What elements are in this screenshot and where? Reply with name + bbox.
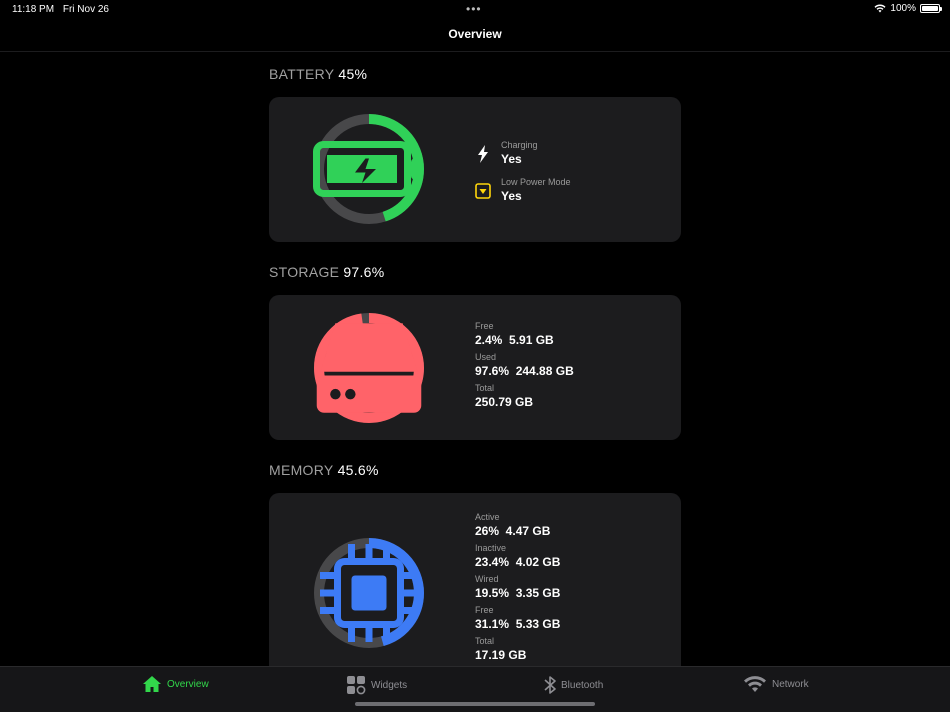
battery-section-title: BATTERY 45%	[269, 66, 367, 82]
battery-ring	[313, 113, 425, 225]
low-power-mode-icon	[475, 182, 491, 199]
tab-bluetooth-label: Bluetooth	[561, 679, 604, 691]
battery-card[interactable]: Charging Yes Low Power Mode Yes	[269, 97, 681, 242]
status-bar: 11:18 PM Fri Nov 26 ••• 100%	[0, 0, 950, 18]
tab-network[interactable]: Network	[743, 675, 809, 693]
charging-label: Charging	[501, 140, 538, 150]
storage-total-value: 250.79 GB	[475, 395, 534, 409]
memory-free-label: Free	[475, 605, 494, 615]
tab-network-label: Network	[772, 678, 809, 690]
battery-status-icon	[920, 4, 942, 13]
storage-used-value: 97.6% 244.88 GB	[475, 364, 574, 378]
clock-date: Fri Nov 26	[62, 4, 109, 15]
storage-free-label: Free	[475, 321, 494, 331]
storage-percentage: 97.6%	[343, 264, 385, 280]
memory-inactive-value: 23.4% 4.02 GB	[475, 555, 561, 569]
memory-info: Active 26% 4.47 GB Inactive 23.4% 4.02 G…	[475, 512, 560, 666]
storage-ring	[313, 312, 425, 424]
page-title: Overview	[448, 27, 502, 41]
low-power-row: Low Power Mode Yes	[475, 177, 571, 204]
memory-total-value: 17.19 GB	[475, 648, 527, 662]
battery-charging-icon	[313, 141, 422, 197]
tab-widgets[interactable]: Widgets	[346, 675, 407, 695]
hard-drive-icon	[316, 323, 422, 413]
memory-wired-value: 19.5% 3.35 GB	[475, 586, 561, 600]
home-indicator[interactable]	[355, 702, 595, 706]
memory-inactive-label: Inactive	[475, 543, 507, 553]
tab-bluetooth[interactable]: Bluetooth	[544, 675, 603, 695]
battery-percentage: 45%	[338, 66, 368, 82]
battery-title: BATTERY	[269, 66, 335, 82]
memory-title: MEMORY	[269, 462, 334, 478]
widgets-icon	[347, 676, 366, 695]
storage-title: STORAGE	[269, 264, 340, 280]
tab-overview-label: Overview	[167, 678, 209, 690]
wifi-status-icon	[874, 4, 886, 13]
wifi-icon	[744, 676, 766, 692]
low-power-label: Low Power Mode	[501, 177, 571, 187]
multitasking-dots-icon[interactable]: •••	[466, 2, 482, 16]
cpu-chip-icon	[320, 544, 418, 642]
battery-percent: 100%	[890, 3, 916, 14]
bluetooth-icon	[544, 676, 556, 694]
memory-total-label: Total	[475, 636, 495, 646]
storage-info: Free 2.4% 5.91 GB Used 97.6% 244.88 GB T…	[475, 321, 574, 414]
memory-percentage: 45.6%	[337, 462, 379, 478]
tab-widgets-label: Widgets	[371, 679, 408, 691]
storage-section-title: STORAGE 97.6%	[269, 264, 385, 280]
memory-active-label: Active	[475, 512, 500, 522]
memory-card[interactable]: Active 26% 4.47 GB Inactive 23.4% 4.02 G…	[269, 493, 681, 666]
memory-section-title: MEMORY 45.6%	[269, 462, 379, 478]
charging-value: Yes	[501, 152, 522, 166]
memory-ring	[313, 537, 425, 649]
clock-time: 11:18 PM	[12, 4, 55, 15]
status-time: 11:18 PM Fri Nov 26	[12, 4, 109, 15]
storage-used-label: Used	[475, 352, 497, 362]
overview-scroll-content[interactable]: BATTERY 45% Charging Yes Low Power Mode …	[0, 52, 950, 666]
memory-wired-label: Wired	[475, 574, 499, 584]
charging-row: Charging Yes	[475, 140, 571, 167]
memory-free-value: 31.1% 5.33 GB	[475, 617, 561, 631]
navigation-bar: Overview	[0, 18, 950, 52]
storage-card[interactable]: Free 2.4% 5.91 GB Used 97.6% 244.88 GB T…	[269, 295, 681, 440]
storage-total-label: Total	[475, 383, 495, 393]
house-icon	[143, 676, 161, 692]
battery-info: Charging Yes Low Power Mode Yes	[475, 140, 571, 214]
memory-active-value: 26% 4.47 GB	[475, 524, 551, 538]
low-power-value: Yes	[501, 189, 522, 203]
bolt-icon	[478, 144, 488, 163]
storage-free-value: 2.4% 5.91 GB	[475, 333, 554, 347]
status-indicators: 100%	[874, 3, 942, 14]
tab-overview[interactable]: Overview	[142, 675, 209, 693]
